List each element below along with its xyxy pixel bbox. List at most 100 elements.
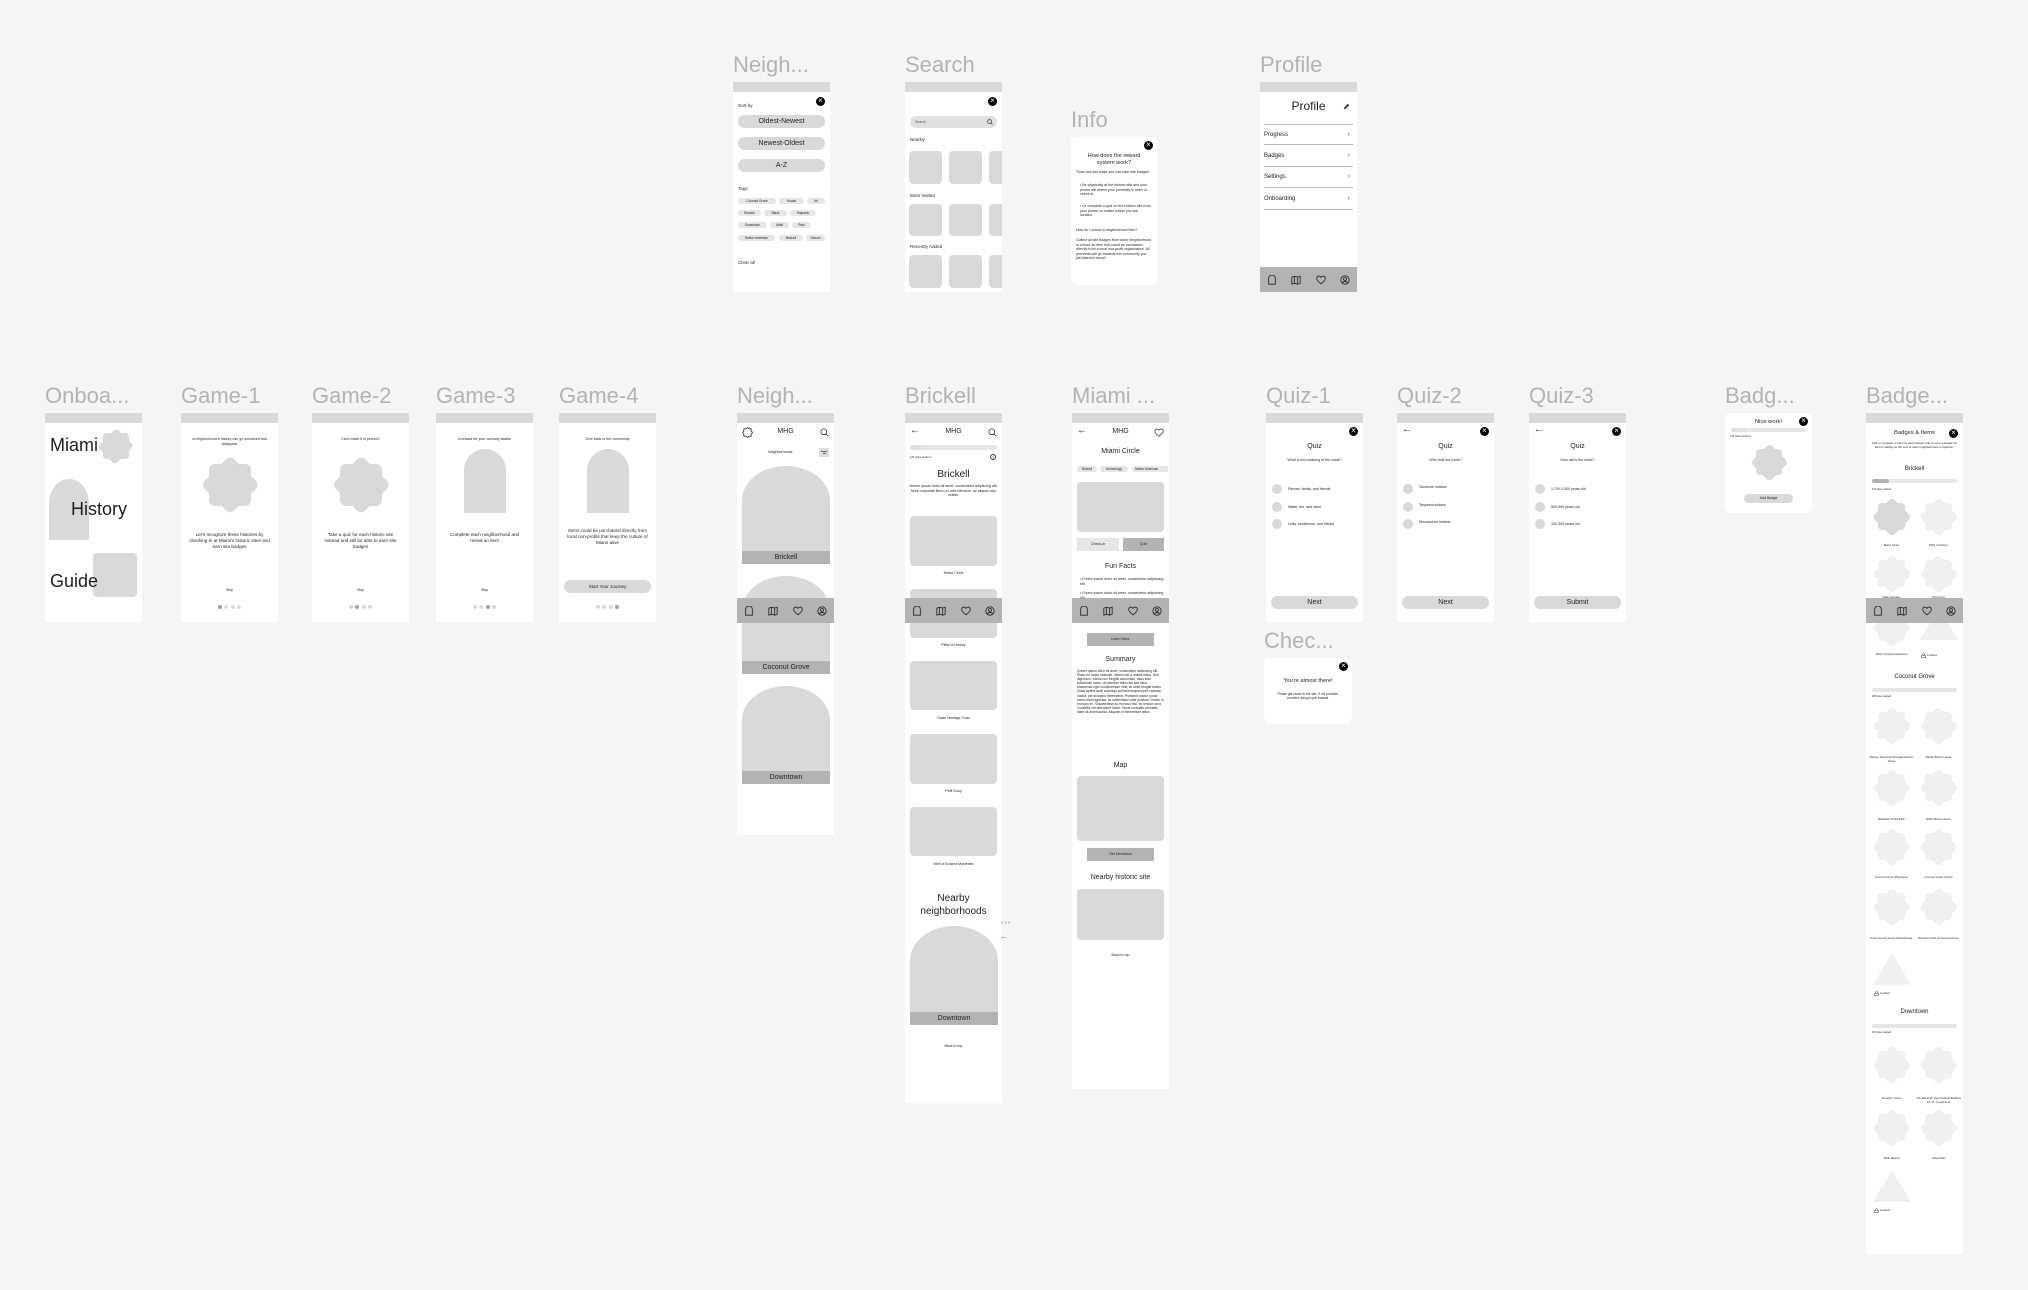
site-badge[interactable] bbox=[1871, 496, 1912, 537]
heart-icon[interactable] bbox=[1154, 428, 1164, 437]
neighborhood-card[interactable]: Brickell bbox=[742, 466, 830, 564]
heart-icon[interactable] bbox=[960, 606, 971, 616]
heart-icon[interactable] bbox=[792, 606, 803, 616]
answer-radio[interactable] bbox=[1403, 502, 1413, 512]
site-badge[interactable] bbox=[1871, 705, 1912, 746]
neighborhood-card[interactable]: Coconut Grove bbox=[742, 576, 830, 674]
site-badge[interactable] bbox=[1871, 1107, 1912, 1148]
close-icon[interactable] bbox=[1144, 140, 1153, 150]
answer-label[interactable]: 1,700-2,000 years old bbox=[1551, 487, 1586, 492]
map-icon[interactable] bbox=[1103, 606, 1113, 616]
tag-chip[interactable]: Coconut Grove bbox=[738, 198, 776, 204]
profile-icon[interactable] bbox=[1340, 274, 1350, 285]
tag-chip[interactable]: Women bbox=[738, 210, 761, 216]
next-button[interactable]: Next bbox=[1402, 596, 1489, 609]
site-card[interactable] bbox=[910, 661, 997, 710]
profile-icon[interactable] bbox=[985, 605, 995, 616]
back-arrow-icon[interactable]: ← bbox=[1000, 932, 1008, 941]
profile-row-onboarding[interactable]: Onboarding › bbox=[1264, 189, 1353, 210]
answer-radio[interactable] bbox=[1272, 502, 1282, 512]
skip-link[interactable]: Skip bbox=[436, 588, 533, 593]
tag-chip[interactable]: Brickell bbox=[779, 235, 803, 241]
answer-label[interactable]: Seminole indians bbox=[1419, 485, 1446, 490]
skip-link[interactable]: Skip bbox=[181, 588, 278, 593]
site-badge[interactable] bbox=[1918, 826, 1959, 867]
tag-chip[interactable]: Black bbox=[764, 210, 787, 216]
search-icon[interactable] bbox=[820, 428, 829, 437]
site-badge[interactable] bbox=[1871, 826, 1912, 867]
home-icon[interactable] bbox=[744, 605, 754, 616]
close-icon[interactable] bbox=[1339, 661, 1348, 671]
close-icon[interactable] bbox=[1949, 428, 1958, 438]
home-icon[interactable] bbox=[1079, 605, 1089, 616]
start-journey-button[interactable]: Start Your Journey bbox=[564, 580, 651, 593]
tag-chip[interactable]: Native American bbox=[1132, 466, 1168, 472]
map-icon[interactable] bbox=[936, 606, 946, 616]
site-badge[interactable] bbox=[1918, 767, 1959, 808]
site-thumb[interactable] bbox=[989, 151, 1002, 184]
answer-radio[interactable] bbox=[1403, 519, 1413, 529]
tag-chip[interactable]: Hispanic bbox=[790, 210, 816, 216]
search-input[interactable]: Search bbox=[910, 116, 997, 128]
home-icon[interactable] bbox=[1267, 274, 1277, 285]
next-button[interactable]: Next bbox=[1271, 596, 1358, 609]
tag-chip[interactable]: House bbox=[779, 198, 804, 204]
skip-link[interactable]: Skip bbox=[312, 588, 409, 593]
home-icon[interactable] bbox=[912, 605, 922, 616]
site-badge[interactable] bbox=[1871, 886, 1912, 927]
site-thumb[interactable] bbox=[949, 151, 982, 184]
sort-option[interactable]: Oldest-Newest bbox=[738, 115, 825, 128]
site-badge[interactable] bbox=[1871, 553, 1912, 594]
answer-radio[interactable] bbox=[1272, 484, 1282, 494]
tag-chip[interactable]: Downtown bbox=[738, 222, 767, 228]
profile-row-settings[interactable]: Settings › bbox=[1264, 167, 1353, 188]
close-icon[interactable] bbox=[1349, 426, 1358, 436]
tag-chip[interactable]: Brickell bbox=[1077, 466, 1097, 472]
answer-radio[interactable] bbox=[1535, 519, 1545, 529]
check-in-button[interactable]: Check-in bbox=[1077, 538, 1119, 551]
site-badge[interactable] bbox=[1871, 767, 1912, 808]
answer-label[interactable]: Tequesta indians bbox=[1419, 503, 1446, 508]
search-icon[interactable] bbox=[988, 428, 997, 437]
close-icon[interactable] bbox=[988, 96, 997, 106]
home-icon[interactable] bbox=[1873, 605, 1883, 616]
sort-option[interactable]: A-Z bbox=[738, 159, 825, 172]
site-card[interactable] bbox=[910, 807, 997, 856]
site-thumb[interactable] bbox=[949, 204, 982, 236]
close-icon[interactable] bbox=[816, 96, 825, 106]
site-badge[interactable] bbox=[1918, 1107, 1959, 1148]
back-to-top-link[interactable]: Back to top bbox=[905, 1044, 1002, 1049]
tag-chip[interactable]: Artist bbox=[770, 222, 789, 228]
tag-chip[interactable]: Native American bbox=[738, 235, 775, 241]
close-icon[interactable] bbox=[1612, 426, 1621, 436]
back-arrow-icon[interactable]: ← bbox=[1534, 424, 1544, 435]
nearby-site-card[interactable] bbox=[1077, 889, 1164, 940]
site-thumb[interactable] bbox=[909, 204, 942, 236]
answer-label[interactable]: Miccosukee indians bbox=[1419, 520, 1450, 525]
get-directions-button[interactable]: Get Directions bbox=[1087, 848, 1154, 861]
site-thumb[interactable] bbox=[909, 255, 942, 288]
answer-label[interactable]: 500-900 years old bbox=[1551, 505, 1580, 510]
help-icon[interactable]: ? bbox=[990, 454, 996, 460]
answer-radio[interactable] bbox=[1535, 502, 1545, 512]
site-thumb[interactable] bbox=[989, 204, 1002, 236]
answer-label[interactable]: Partner, family, and friends bbox=[1288, 487, 1330, 492]
site-badge[interactable] bbox=[1918, 553, 1959, 594]
site-card[interactable] bbox=[910, 516, 997, 566]
answer-label[interactable]: 100-300 years old bbox=[1551, 522, 1580, 527]
site-badge[interactable] bbox=[1918, 496, 1959, 537]
site-thumb[interactable] bbox=[949, 255, 982, 288]
learn-more-button[interactable]: Learn More bbox=[1087, 633, 1154, 646]
profile-row-progress[interactable]: Progress › bbox=[1264, 124, 1353, 145]
clear-all-link[interactable]: Clear all bbox=[738, 260, 755, 266]
answer-label[interactable]: Unity, wholeness, and infinity bbox=[1288, 522, 1334, 527]
profile-row-badges[interactable]: Badges › bbox=[1264, 146, 1353, 167]
site-card[interactable] bbox=[910, 734, 997, 784]
close-icon[interactable] bbox=[1480, 426, 1489, 436]
profile-icon[interactable] bbox=[1152, 605, 1162, 616]
map-icon[interactable] bbox=[1897, 606, 1907, 616]
profile-icon[interactable] bbox=[817, 605, 827, 616]
neighborhood-card[interactable]: Downtown bbox=[910, 926, 998, 1025]
sort-option[interactable]: Newest-Oldest bbox=[738, 137, 825, 150]
tag-chip[interactable]: School bbox=[806, 235, 825, 241]
